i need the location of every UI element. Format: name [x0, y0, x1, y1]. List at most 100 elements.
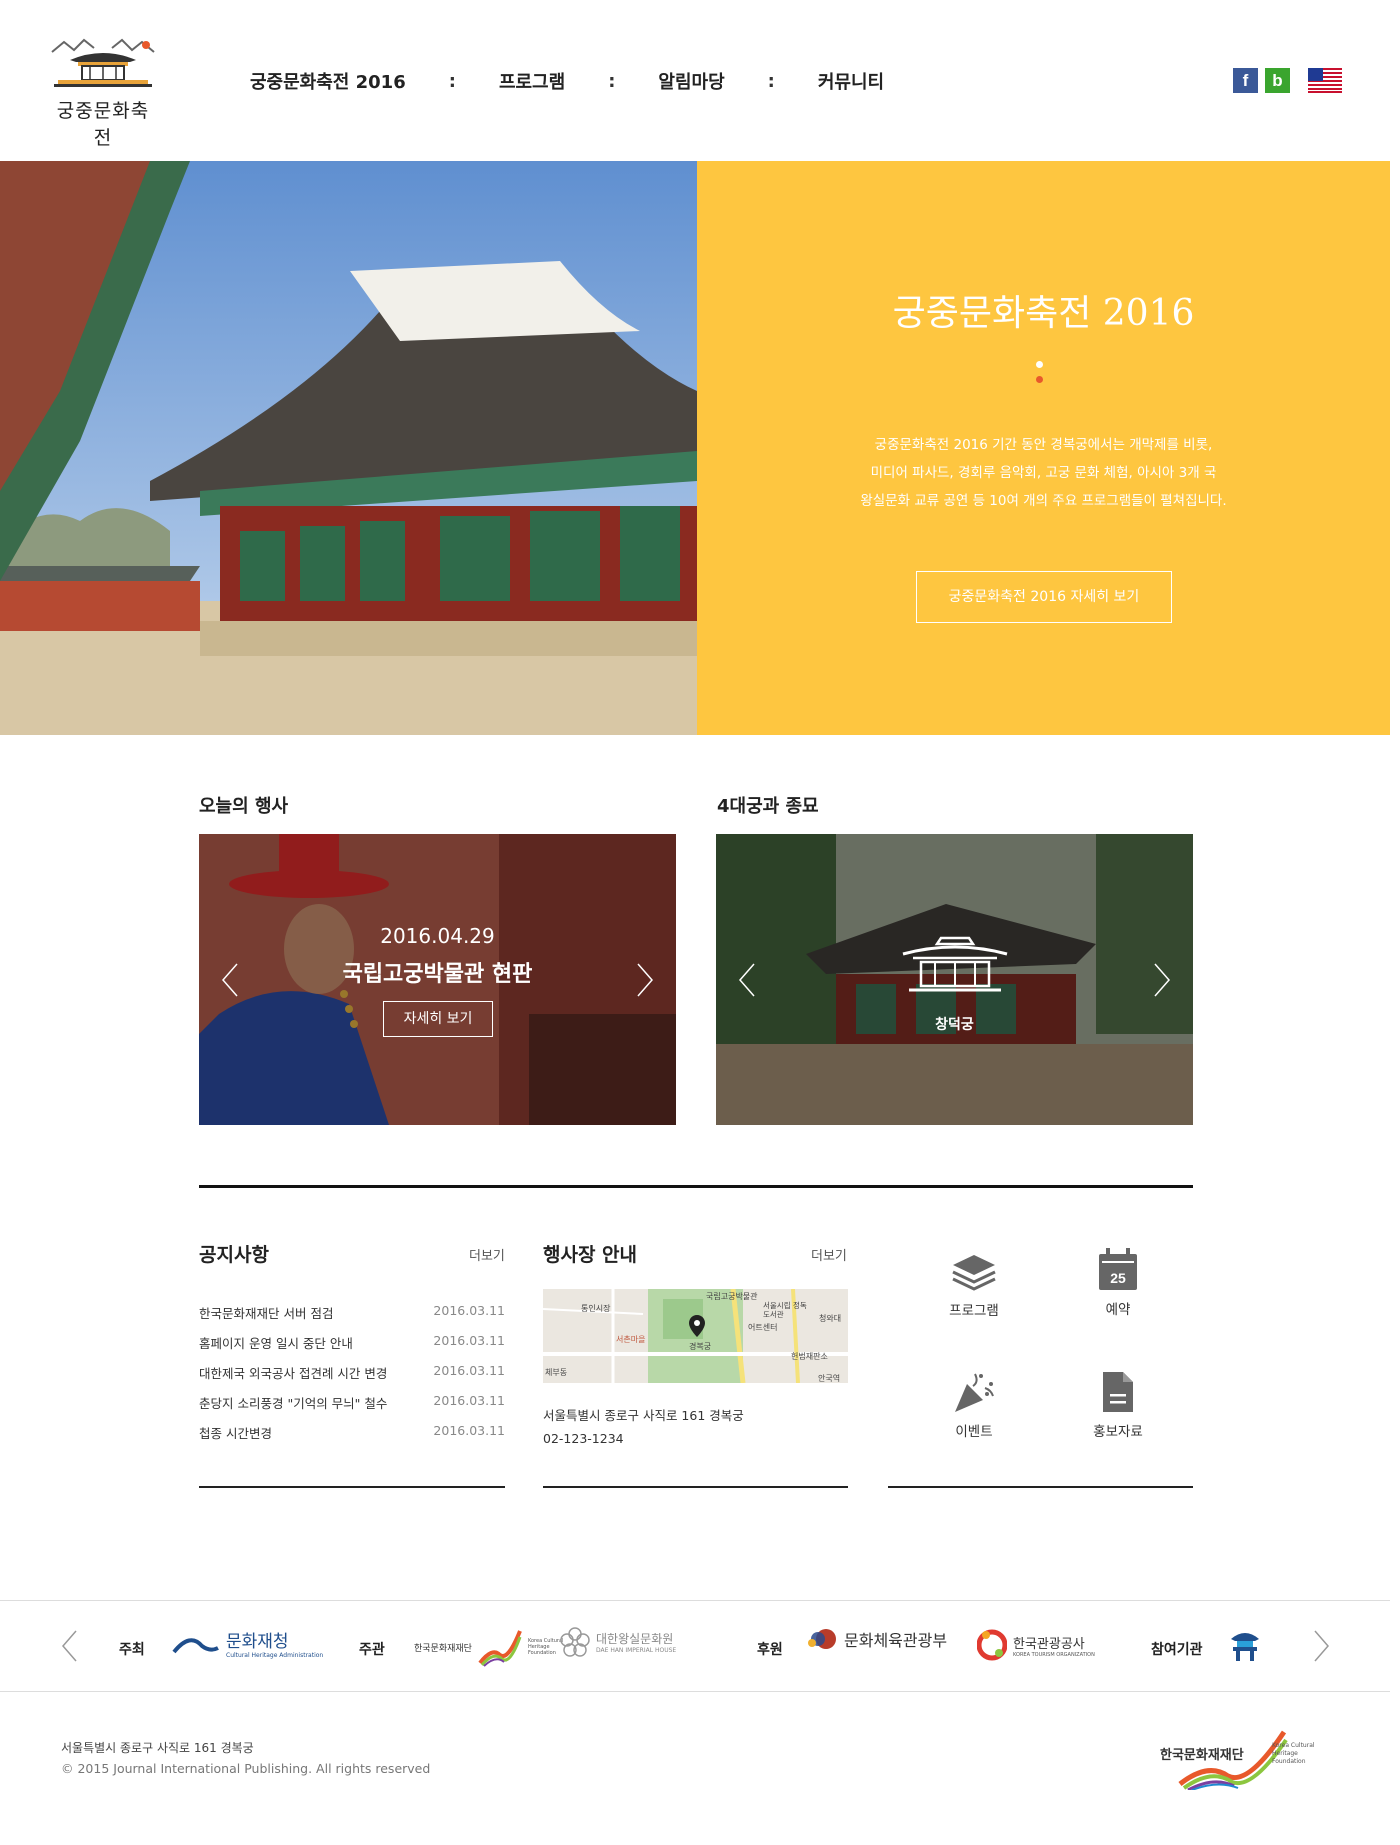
notice-date: 2016.03.11 [433, 1303, 505, 1318]
us-flag-icon[interactable] [1308, 68, 1342, 93]
prev-arrow-icon[interactable] [736, 962, 758, 998]
partner-kto-logo[interactable]: 한국관광공사 KOREA TOURISM ORGANIZATION [977, 1627, 1095, 1663]
today-event-card: 2016.04.29 국립고궁박물관 현판 자세히 보기 [199, 834, 676, 1125]
partner-kto-name: 한국관광공사 [1013, 1636, 1085, 1652]
notice-title: 공지사항 [199, 1244, 269, 1266]
quicklink-label: 홍보자료 [1093, 1424, 1143, 1440]
main-nav: 궁중문화축전 2016 : 프로그램 : 알림마당 : 커뮤니티 [250, 68, 884, 94]
nav-program[interactable]: 프로그램 [499, 68, 565, 94]
section-divider [199, 1185, 1193, 1188]
footer-address: 서울특별시 종로구 사직로 161 경복궁 [61, 1741, 254, 1755]
palace-card: 창덕궁 [716, 834, 1193, 1125]
hero-panel: 궁중문화축전 2016 궁중문화축전 2016 기간 동안 경복궁에서는 개막제… [697, 161, 1390, 735]
map-label: 청와대 [819, 1314, 842, 1323]
notice-text: 첩종 시간변경 [199, 1426, 272, 1441]
quicklink-press[interactable]: 홍보자료 [1053, 1370, 1183, 1440]
venue-title: 행사장 안내 [543, 1244, 638, 1266]
map-label: 통인시장 [581, 1304, 611, 1313]
notice-text: 홈페이지 운영 일시 중단 안내 [199, 1336, 353, 1351]
venue-map[interactable]: 통인시장 국립고궁박물관 서울시립 정독도서관 청와대 어트센터 서촌마을 경복… [543, 1289, 848, 1383]
next-arrow-icon[interactable] [1151, 962, 1173, 998]
notice-text: 대한제국 외국공사 접견례 시간 변경 [199, 1366, 388, 1381]
calendar-day: 25 [1110, 1270, 1126, 1286]
venue-address: 서울특별시 종로구 사직로 161 경복궁 [543, 1408, 744, 1423]
notice-text: 한국문화재재단 서버 점검 [199, 1306, 334, 1321]
hero-description: 궁중문화축전 2016 기간 동안 경복궁에서는 개막제를 비롯, 미디어 파사… [817, 431, 1270, 515]
notice-item[interactable]: 춘당지 소리풍경 "기억의 무늬" 철수 2016.03.11 [199, 1393, 505, 1412]
notice-item[interactable]: 한국문화재재단 서버 점검 2016.03.11 [199, 1303, 505, 1322]
quicklink-reservation[interactable]: 25 예약 [1053, 1248, 1183, 1318]
dot-orange [1036, 376, 1043, 383]
facebook-icon[interactable]: f [1233, 68, 1258, 93]
hero-desc-line: 미디어 파사드, 경회루 음악회, 고궁 문화 체험, 아시아 3개 국 [870, 465, 1217, 481]
today-section-title: 오늘의 행사 [199, 796, 289, 817]
notice-item[interactable]: 대한제국 외국공사 접견례 시간 변경 2016.03.11 [199, 1363, 505, 1382]
chf-ribbon-icon [478, 1630, 522, 1667]
map-label: 국립고궁박물관 [706, 1292, 758, 1301]
partner-mcst-logo[interactable]: 문화체육관광부 [806, 1627, 947, 1651]
nav-separator: : [767, 70, 775, 92]
palace-logo-icon [51, 38, 155, 87]
map-label: 어트센터 [748, 1323, 778, 1332]
quicklink-program[interactable]: 프로그램 [909, 1253, 1039, 1319]
festival-logo[interactable]: 궁중문화축전 [50, 38, 156, 149]
partner-imperial-en: DAE HAN IMPERIAL HOUSE [596, 1647, 677, 1654]
mcst-mark-icon [808, 1629, 836, 1649]
notice-date: 2016.03.11 [433, 1333, 505, 1348]
partner-host-label: 주최 [119, 1642, 145, 1658]
partner-chf-logo[interactable]: 한국문화재재단 Korea Cultural Heritage Foundati… [414, 1627, 566, 1667]
map-label: 헌법재판소 [791, 1352, 828, 1361]
notice-item[interactable]: 홈페이지 운영 일시 중단 안내 2016.03.11 [199, 1333, 505, 1352]
quicklink-label: 예약 [1105, 1302, 1131, 1318]
venue-more-link[interactable]: 더보기 [811, 1245, 847, 1264]
partner-kto-en: KOREA TOURISM ORGANIZATION [1013, 1651, 1095, 1658]
party-popper-icon [955, 1373, 994, 1412]
hero-detail-button[interactable]: 궁중문화축전 2016 자세히 보기 [916, 571, 1172, 623]
quicklink-label: 프로그램 [949, 1303, 999, 1319]
partner-imperial-logo[interactable]: 대한왕실문화원 DAE HAN IMPERIAL HOUSE [560, 1627, 676, 1657]
dot-white [1036, 361, 1043, 368]
logo-text: 궁중문화축전 [56, 100, 150, 149]
plum-blossom-icon [560, 1627, 590, 1657]
pavilion-icon [1231, 1633, 1259, 1661]
event-date: 2016.04.29 [380, 924, 495, 948]
partner-mcst-name: 문화체육관광부 [844, 1631, 948, 1650]
blog-icon[interactable]: b [1265, 68, 1290, 93]
partners-prev-icon[interactable] [60, 1629, 78, 1663]
partner-chf-name: 한국문화재재단 [414, 1643, 472, 1654]
cha-mark-icon [172, 1638, 219, 1654]
event-detail-button[interactable]: 자세히 보기 [383, 1001, 493, 1037]
site-footer: 서울특별시 종로구 사직로 161 경복궁 © 2015 Journal Int… [0, 1692, 1390, 1845]
palace-photo [0, 161, 697, 735]
partner-participant-label: 참여기관 [1151, 1642, 1203, 1658]
nav-separator: : [448, 70, 456, 92]
nav-notice[interactable]: 알림마당 [658, 68, 724, 94]
footer-logo-en: Korea Cultural Heritage Foundation [1272, 1742, 1315, 1765]
notice-more-link[interactable]: 더보기 [469, 1245, 505, 1264]
palaces-section-title: 4대궁과 종묘 [717, 796, 819, 817]
map-label: 서촌마을 [616, 1335, 646, 1344]
footer-chf-logo[interactable]: 한국문화재재단 Korea Cultural Heritage Foundati… [1160, 1728, 1335, 1798]
hero-desc-line: 왕실문화 교류 공연 등 10여 개의 주요 프로그램들이 펼쳐집니다. [860, 493, 1227, 509]
hero-divider-dots [1036, 361, 1043, 391]
nav-festival[interactable]: 궁중문화축전 2016 [250, 68, 406, 94]
nav-community[interactable]: 커뮤니티 [818, 68, 884, 94]
notice-text: 춘당지 소리풍경 "기억의 무늬" 철수 [199, 1396, 388, 1411]
notice-date: 2016.03.11 [433, 1423, 505, 1438]
palace-name: 창덕궁 [935, 1017, 974, 1033]
hero-title: 궁중문화축전 2016 [892, 293, 1195, 334]
map-label: 체부동 [545, 1368, 568, 1377]
partner-cha-logo[interactable]: 문화재청 Cultural Heritage Administration [172, 1627, 323, 1659]
notice-date: 2016.03.11 [433, 1363, 505, 1378]
hero-desc-line: 궁중문화축전 2016 기간 동안 경복궁에서는 개막제를 비롯, [874, 437, 1213, 453]
notice-bottom-rule [199, 1486, 505, 1488]
notice-item[interactable]: 첩종 시간변경 2016.03.11 [199, 1423, 505, 1442]
site-header: 궁중문화축전 궁중문화축전 2016 : 프로그램 : 알림마당 : 커뮤니티 … [0, 0, 1400, 161]
partner-participant-logo[interactable] [1229, 1627, 1261, 1661]
partners-bar: 주최 문화재청 Cultural Heritage Administration… [0, 1600, 1390, 1692]
partners-next-icon[interactable] [1313, 1629, 1331, 1663]
map-label: 경복궁 [689, 1342, 712, 1351]
partner-organizer-label: 주관 [359, 1642, 385, 1658]
kto-mark-icon [977, 1629, 1007, 1661]
quicklink-event[interactable]: 이벤트 [909, 1370, 1039, 1440]
